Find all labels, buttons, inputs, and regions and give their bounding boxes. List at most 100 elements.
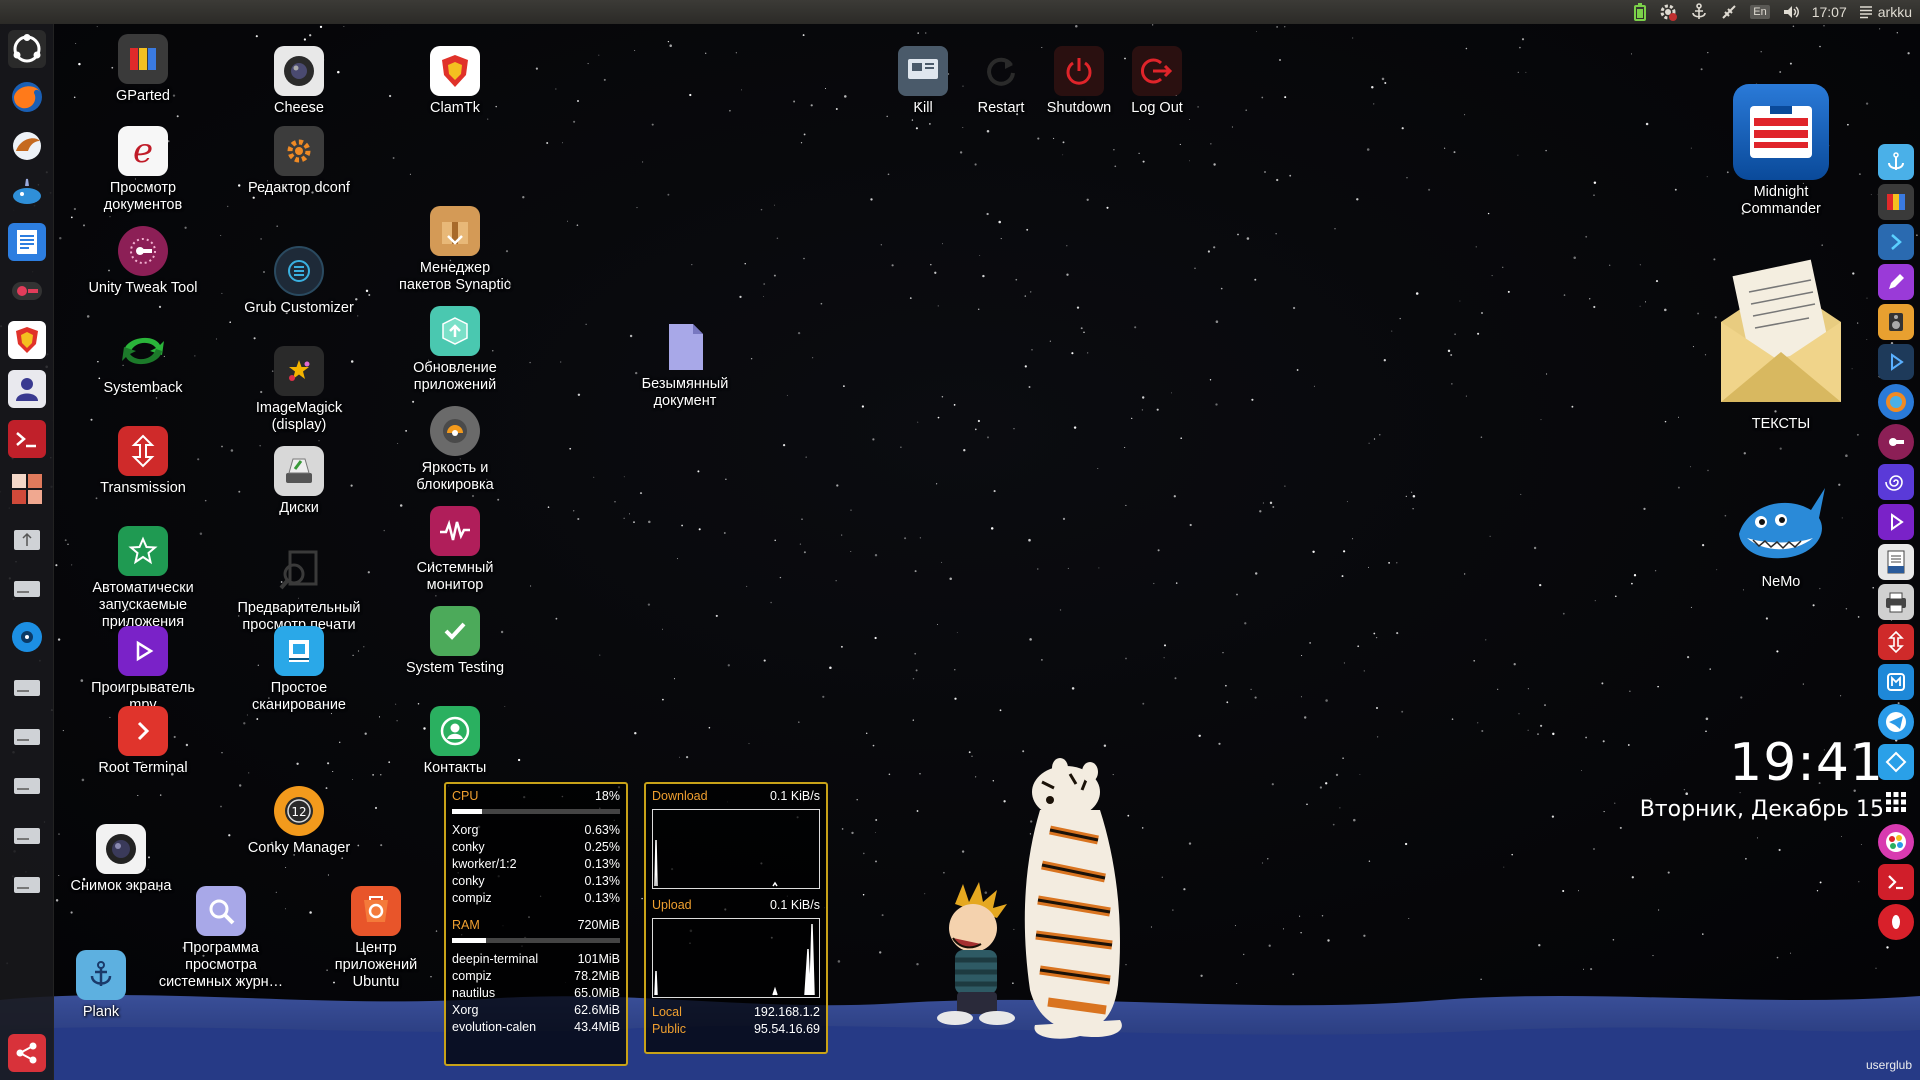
- desktop-icon-clamtk[interactable]: ClamTk: [380, 46, 530, 117]
- launcher-dash-button[interactable]: [8, 30, 46, 68]
- launcher-drive-3[interactable]: [8, 668, 46, 706]
- local-ip-value: 192.168.1.2: [753, 1005, 820, 1019]
- dock-browser[interactable]: [1878, 384, 1914, 420]
- dock-gparted[interactable]: [1878, 184, 1914, 220]
- desktop-icon-untitled-document[interactable]: Безымянный документ: [610, 322, 760, 410]
- desktop-icon-log-viewer[interactable]: Программа просмотра системных журн…: [146, 886, 296, 991]
- dock-speaker[interactable]: [1878, 304, 1914, 340]
- desktop-icon-imagemagick[interactable]: ImageMagick (display): [224, 346, 374, 434]
- settings-gear-icon[interactable]: [1658, 0, 1678, 24]
- keyboard-layout-indicator[interactable]: En: [1750, 0, 1770, 24]
- launcher-app-10[interactable]: [8, 470, 46, 508]
- desktop-icon-software-updater[interactable]: Обновление приложений: [380, 306, 530, 394]
- contacts-label: Контакты: [423, 760, 487, 776]
- launcher-contacts[interactable]: [8, 370, 46, 408]
- volume-icon[interactable]: [1782, 0, 1800, 24]
- desktop-icon-logout[interactable]: Log Out: [1082, 46, 1232, 117]
- desktop-clock: 19:41 Вторник, Декабрь 15: [1640, 733, 1884, 822]
- gparted-icon: [118, 34, 168, 84]
- dock-root-terminal[interactable]: [1878, 864, 1914, 900]
- process-value: 43.4MiB: [574, 1020, 620, 1034]
- launcher-clamtk[interactable]: [8, 321, 46, 359]
- dock-player[interactable]: [1878, 344, 1914, 380]
- desktop-icon-texts[interactable]: ТЕКСТЫ: [1706, 252, 1856, 433]
- process-name: nautilus: [452, 986, 496, 1000]
- shield-icon: [430, 46, 480, 96]
- launcher-drive-7[interactable]: [8, 865, 46, 903]
- desktop-icon-screenshot[interactable]: Снимок экрана: [46, 824, 196, 895]
- dock-spiral[interactable]: [1878, 464, 1914, 500]
- launcher-app-4[interactable]: [8, 174, 46, 212]
- desktop-icon-unity-tweak-tool[interactable]: Unity Tweak Tool: [68, 226, 218, 297]
- dock-printer[interactable]: [1878, 584, 1914, 620]
- firefox-icon: [12, 82, 42, 112]
- dock-app-grid[interactable]: [1878, 784, 1914, 820]
- desktop-icon-system-monitor[interactable]: Системный монитор: [380, 506, 530, 594]
- launcher-drive-1[interactable]: [8, 520, 46, 558]
- desktop-icon-print-preview[interactable]: Предварительный просмотр печати: [224, 546, 374, 634]
- desktop-icon-mpv[interactable]: Проигрыватель mpv: [68, 626, 218, 714]
- desktop-icon-conky-manager[interactable]: 12 Conky Manager: [224, 786, 374, 857]
- panel-clock[interactable]: 17:07: [1812, 0, 1847, 24]
- contacts-icon: [430, 706, 480, 756]
- launcher-terminal[interactable]: [8, 420, 46, 458]
- desktop-icon-nemo[interactable]: NeMo: [1706, 484, 1856, 591]
- battery-icon[interactable]: [1634, 0, 1647, 24]
- launcher-drive-2[interactable]: [8, 569, 46, 607]
- launcher-app-13[interactable]: [8, 618, 46, 656]
- desktop-icon-cheese[interactable]: Cheese: [224, 46, 374, 117]
- dock-app-diamond[interactable]: [1878, 744, 1914, 780]
- palette-icon: [12, 474, 42, 504]
- desktop-icon-brightness-lock[interactable]: Яркость и блокировка: [380, 406, 530, 494]
- launcher-app-6[interactable]: [8, 272, 46, 310]
- desktop-icon-contacts[interactable]: Контакты: [380, 706, 530, 777]
- launcher-drive-6[interactable]: [8, 816, 46, 854]
- ram-label: RAM: [452, 918, 480, 932]
- anchor-icon[interactable]: [1690, 0, 1708, 24]
- dock-app-m[interactable]: [1878, 664, 1914, 700]
- desktop-icon-document-viewer[interactable]: e Просмотр документов: [68, 126, 218, 214]
- desktop-icon-grub-customizer[interactable]: Grub Customizer: [224, 246, 374, 317]
- session-menu[interactable]: arkku: [1859, 0, 1912, 24]
- process-name: compiz: [452, 891, 492, 905]
- launcher-firefox[interactable]: [8, 78, 46, 116]
- dock-mpv[interactable]: [1878, 504, 1914, 540]
- dock-opera[interactable]: [1878, 904, 1914, 940]
- panel-time: 17:07: [1811, 4, 1847, 20]
- dock-ocr[interactable]: [1878, 544, 1914, 580]
- desktop-icon-autostart[interactable]: Автоматически запускаемые приложения: [68, 526, 218, 631]
- desktop-icon-system-testing[interactable]: System Testing: [380, 606, 530, 677]
- launcher-drive-5[interactable]: [8, 766, 46, 804]
- package-icon: [430, 206, 480, 256]
- launcher-app-share[interactable]: [8, 1034, 46, 1072]
- launcher-writer[interactable]: [8, 223, 46, 261]
- plank-dock: [1874, 140, 1918, 944]
- desktop-icon-dconf-editor[interactable]: Редактор dconf: [224, 126, 374, 197]
- launcher-thunderbird[interactable]: [8, 127, 46, 165]
- desktop-icon-midnight-commander[interactable]: Midnight Commander: [1706, 84, 1856, 218]
- desktop-icon-gparted[interactable]: GParted: [68, 34, 218, 105]
- dock-plank[interactable]: [1878, 144, 1914, 180]
- dock-editor[interactable]: [1878, 264, 1914, 300]
- desktop-icon-simple-scan[interactable]: Простое сканирование: [224, 626, 374, 714]
- system-monitor-icon: [430, 506, 480, 556]
- dock-telegram[interactable]: [1878, 704, 1914, 740]
- launcher-drive-4[interactable]: [8, 717, 46, 755]
- process-value: 0.63%: [584, 823, 620, 837]
- transmission-icon: [118, 426, 168, 476]
- dock-transmission[interactable]: [1878, 624, 1914, 660]
- network-off-icon[interactable]: [1720, 0, 1738, 24]
- dock-terminal[interactable]: [1878, 224, 1914, 260]
- dock-color-picker[interactable]: [1878, 824, 1914, 860]
- dock-unity-tweak[interactable]: [1878, 424, 1914, 460]
- document-file-icon: [660, 322, 710, 372]
- process-name: conky: [452, 840, 485, 854]
- desktop-icon-ubuntu-software[interactable]: Центр приложений Ubuntu: [301, 886, 451, 991]
- plank-icon: [76, 950, 126, 1000]
- desktop-icon-systemback[interactable]: Systemback: [68, 326, 218, 397]
- desktop-icon-synaptic[interactable]: Менеджер пакетов Synaptic: [380, 206, 530, 294]
- desktop-icon-transmission[interactable]: Transmission: [68, 426, 218, 497]
- document-viewer-icon: e: [118, 126, 168, 176]
- desktop-icon-disks[interactable]: Диски: [224, 446, 374, 517]
- desktop-icon-root-terminal[interactable]: Root Terminal: [68, 706, 218, 777]
